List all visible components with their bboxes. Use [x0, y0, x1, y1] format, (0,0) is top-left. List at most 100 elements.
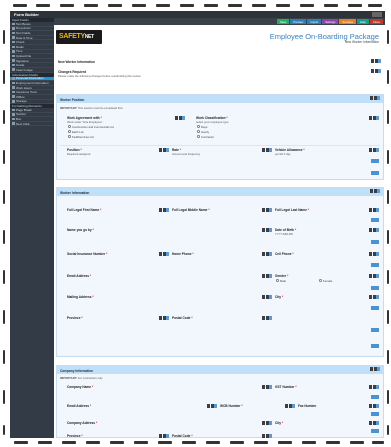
field-controls[interactable]	[159, 252, 169, 256]
field-controls[interactable]	[369, 421, 379, 425]
company-city-label: City *	[275, 421, 284, 425]
field-controls[interactable]	[262, 228, 272, 232]
window-control[interactable]	[372, 12, 382, 17]
help-button[interactable]: Help	[357, 19, 369, 24]
field-controls[interactable]	[159, 208, 169, 212]
field-controls[interactable]	[369, 116, 379, 120]
form-canvas: SAFETYNET Employee On-Boarding Package N…	[54, 25, 385, 438]
field-controls[interactable]	[262, 316, 272, 320]
field-controls[interactable]	[159, 316, 169, 320]
sidebar-item-next-click[interactable]: Next Click	[10, 122, 54, 127]
add-row-controls[interactable]	[371, 306, 379, 310]
add-row-controls[interactable]	[371, 171, 379, 175]
company-email-label: Email Address *	[67, 404, 92, 408]
save-button[interactable]: Save	[276, 19, 290, 24]
field-icon	[12, 108, 15, 112]
add-row-controls[interactable]	[371, 263, 379, 267]
sin-label: Social Insurance Number *	[67, 252, 108, 256]
add-row-controls[interactable]	[371, 395, 379, 399]
gender-label: Gender *	[275, 274, 289, 278]
field-controls[interactable]	[285, 404, 295, 408]
position-hint: Required assigned	[67, 152, 91, 156]
field-controls[interactable]	[262, 252, 272, 256]
add-row-controls[interactable]	[371, 328, 379, 332]
field-controls[interactable]	[369, 295, 379, 299]
field-controls[interactable]	[369, 148, 379, 152]
field-controls[interactable]	[369, 385, 379, 389]
classification-radio-3[interactable]	[197, 135, 200, 138]
worker-information-section: Worker Information Full Legal First Name…	[56, 187, 384, 357]
import-button[interactable]: Import	[307, 19, 322, 24]
field-icon	[12, 81, 15, 85]
field-controls[interactable]	[262, 421, 272, 425]
province-label: Province *	[67, 316, 83, 320]
add-row-controls[interactable]	[371, 218, 379, 222]
preview-button[interactable]: Preview	[290, 19, 307, 24]
field-controls[interactable]	[207, 404, 217, 408]
field-controls[interactable]	[369, 208, 379, 212]
field-icon	[12, 63, 15, 67]
field-controls[interactable]	[371, 69, 381, 73]
window-title: Form Builder	[14, 12, 39, 17]
section-header: Worker Information	[57, 188, 383, 196]
field-controls[interactable]	[262, 434, 272, 438]
section-controls[interactable]	[370, 367, 380, 371]
field-controls[interactable]	[262, 274, 272, 278]
field-icon	[12, 100, 15, 103]
cell-phone-label: Cell Phone *	[275, 252, 294, 256]
field-controls[interactable]	[262, 295, 272, 299]
field-controls[interactable]	[262, 208, 272, 212]
field-icon	[12, 54, 15, 58]
field-controls[interactable]	[159, 434, 169, 438]
section-note: IMPORTANT: This section must be complete…	[60, 106, 124, 110]
gender-radio-male[interactable]	[276, 279, 279, 282]
agreement-option-2: Earth Ltd.	[72, 130, 85, 134]
section-note: IMPORTANT: For contractors only	[60, 376, 103, 380]
field-controls[interactable]	[262, 385, 272, 389]
mailing-address-label: Mailing Address *	[67, 295, 94, 299]
classification-radio-2[interactable]	[197, 130, 200, 133]
home-phone-label: Home Phone *	[172, 252, 194, 256]
postal-code-label: Postal Code *	[172, 316, 193, 320]
agreement-radio-2[interactable]	[68, 130, 71, 133]
field-controls[interactable]	[371, 59, 381, 63]
field-controls[interactable]	[369, 252, 379, 256]
gst-number-label: GST Number *	[275, 385, 297, 389]
services-button[interactable]: Services	[339, 19, 357, 24]
field-controls[interactable]	[175, 116, 185, 120]
field-icon	[12, 68, 15, 71]
add-row-controls[interactable]	[371, 344, 379, 348]
agreement-radio-1[interactable]	[68, 125, 71, 128]
agreement-radio-3[interactable]	[68, 135, 71, 138]
field-icon	[12, 59, 15, 62]
add-row-controls[interactable]	[371, 429, 379, 433]
field-controls[interactable]	[369, 274, 379, 278]
field-controls[interactable]	[159, 148, 169, 152]
add-row-controls[interactable]	[371, 159, 379, 163]
field-icon	[12, 117, 15, 121]
classification-radio-1[interactable]	[197, 125, 200, 128]
classification-option-2: Hourly	[201, 130, 210, 134]
city-label: City *	[275, 295, 284, 299]
section-controls[interactable]	[370, 189, 380, 193]
company-information-section: Company Information IMPORTANT: For contr…	[56, 365, 384, 438]
gender-radio-female[interactable]	[319, 279, 322, 282]
settings-button[interactable]: Settings	[322, 19, 339, 24]
toolbar: Save Preview Import Settings Services He…	[54, 18, 385, 25]
company-address-label: Company Address *	[67, 421, 98, 425]
field-controls[interactable]	[369, 404, 379, 408]
fax-number-label: Fax Number	[298, 404, 317, 408]
company-postal-code-label: Postal Code *	[172, 434, 193, 438]
add-row-controls[interactable]	[371, 286, 379, 290]
field-icon	[12, 40, 15, 44]
close-button[interactable]: Close	[369, 19, 383, 24]
go-by-name-label: Name you go by *	[67, 228, 94, 232]
add-row-controls[interactable]	[371, 240, 379, 244]
add-row-controls[interactable]	[371, 412, 379, 416]
section-controls[interactable]	[370, 96, 380, 100]
classification-option-1: Days	[201, 125, 208, 129]
field-controls[interactable]	[262, 148, 272, 152]
field-controls[interactable]	[369, 228, 379, 232]
gender-option-male: Male	[280, 279, 287, 283]
first-name-label: Full Legal First Name *	[67, 208, 102, 212]
